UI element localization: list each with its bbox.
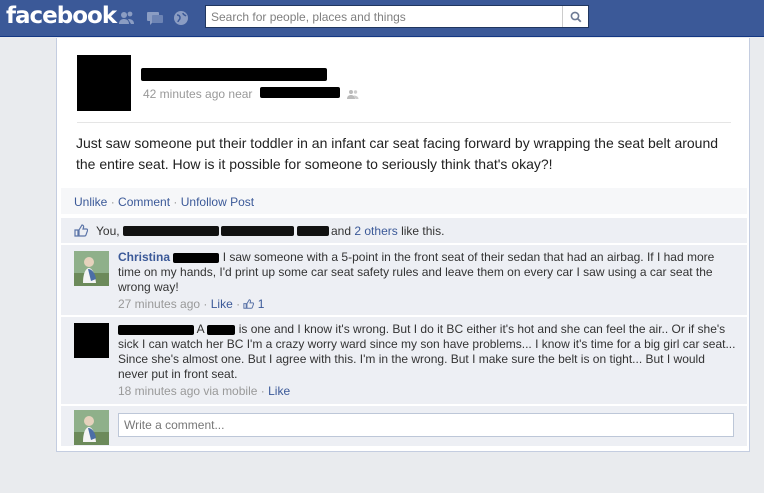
facebook-logo[interactable]: facebook: [6, 3, 117, 29]
commenter-avatar-redacted[interactable]: [74, 323, 109, 358]
author-lastname-redacted[interactable]: [173, 252, 220, 263]
comment-meta: 18 minutes ago via mobile · Like: [118, 384, 291, 398]
comment-meta: 27 minutes ago · Like · 1: [118, 297, 265, 311]
write-comment-input[interactable]: [118, 413, 734, 437]
top-navigation-bar: facebook: [0, 0, 764, 37]
thumbs-up-icon: [74, 224, 89, 240]
likes-you: You,: [96, 224, 120, 238]
comment-like-count[interactable]: 1: [258, 297, 265, 311]
notifications-globe-icon[interactable]: [173, 10, 191, 26]
separator: ·: [110, 195, 115, 209]
friends-privacy-icon[interactable]: [347, 89, 359, 103]
comment-timestamp[interactable]: 27 minutes ago: [118, 297, 200, 311]
search-button[interactable]: [562, 6, 588, 27]
comment-like-link[interactable]: Like: [268, 384, 290, 398]
comment-item: Christina I saw someone with a 5-point i…: [61, 245, 747, 315]
others-link[interactable]: 2 others: [354, 224, 397, 238]
commenter-avatar[interactable]: [74, 251, 109, 286]
comment-text-start: A: [196, 322, 205, 336]
post-timestamp[interactable]: 42 minutes ago near: [143, 87, 252, 101]
likes-more-text: and 2 others like this.: [331, 224, 445, 238]
comment-link[interactable]: Comment: [118, 195, 170, 209]
friend-requests-icon[interactable]: [118, 10, 136, 26]
author-name-redacted[interactable]: [141, 68, 327, 81]
search-bar: [205, 5, 589, 28]
write-comment-row: [61, 406, 747, 446]
unfollow-post-link[interactable]: Unfollow Post: [181, 195, 254, 209]
comment-body: A is one and I know it's wrong. But I do…: [118, 322, 738, 399]
search-icon: [570, 11, 581, 22]
messages-icon[interactable]: [146, 10, 164, 26]
child-name-redacted: [207, 324, 236, 335]
comment-author-redacted[interactable]: [118, 324, 194, 335]
comment-author[interactable]: Christina: [118, 250, 170, 264]
current-user-avatar[interactable]: [74, 410, 109, 445]
search-input[interactable]: [206, 6, 561, 27]
post-text: Just saw someone put their toddler in an…: [76, 135, 719, 172]
post-actions: Unlike · Comment · Unfollow Post: [61, 188, 747, 214]
author-avatar-redacted[interactable]: [77, 55, 131, 111]
divider: [77, 122, 731, 123]
liker-name-redacted[interactable]: [221, 226, 294, 236]
likes-summary: You, and 2 others like this.: [61, 218, 747, 243]
liker-name-redacted[interactable]: [297, 226, 329, 236]
liker-name-redacted[interactable]: [123, 226, 219, 236]
comment-item: A is one and I know it's wrong. But I do…: [61, 317, 747, 404]
comment-like-link[interactable]: Like: [211, 297, 233, 311]
comment-timestamp[interactable]: 18 minutes ago via mobile: [118, 384, 257, 398]
comment-like-icon[interactable]: [243, 297, 255, 311]
comment-body: Christina I saw someone with a 5-point i…: [118, 250, 738, 312]
post-card: 42 minutes ago near Just saw someone put…: [56, 38, 750, 452]
unlike-link[interactable]: Unlike: [74, 195, 107, 209]
location-redacted[interactable]: [260, 87, 340, 98]
separator: ·: [173, 195, 178, 209]
